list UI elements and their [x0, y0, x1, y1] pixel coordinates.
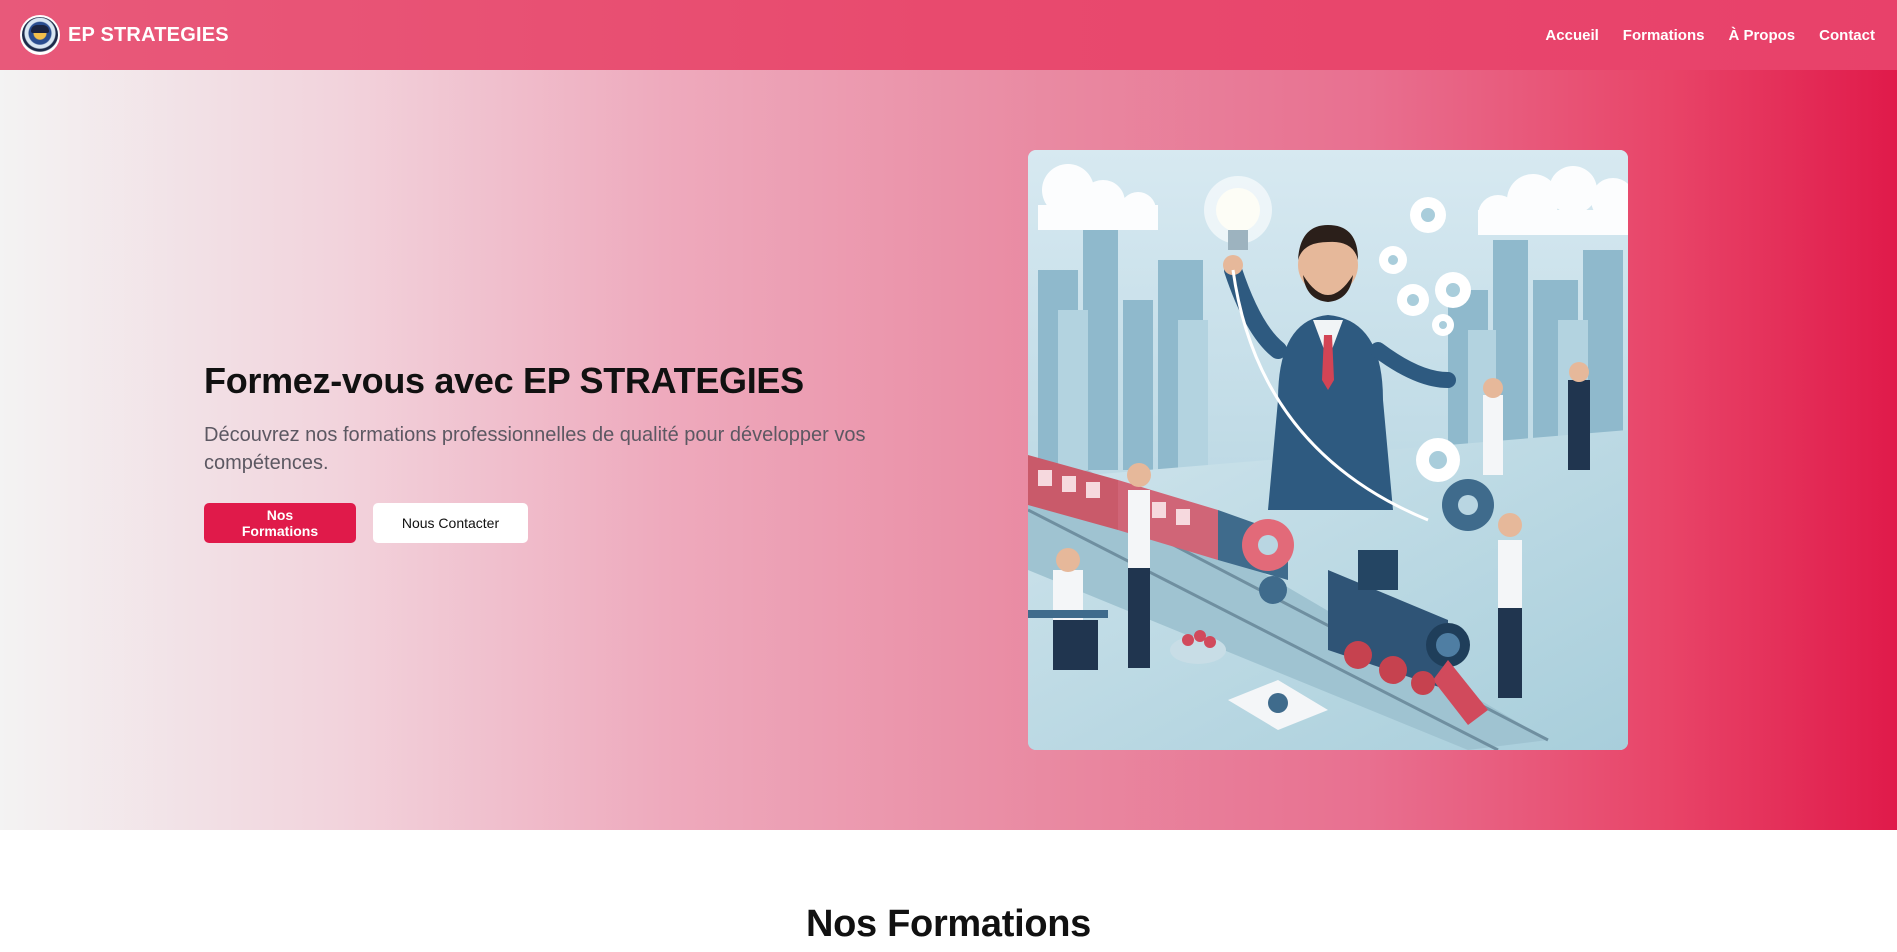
formations-section-title: Nos Formations [805, 903, 1092, 945]
nos-formations-button[interactable]: Nos Formations [204, 503, 356, 544]
hero-subtitle: Découvrez nos formations professionnelle… [204, 424, 866, 475]
nous-contacter-button[interactable]: Nous Contacter [373, 503, 528, 544]
nav-link-contact[interactable]: Contact [1819, 27, 1875, 44]
main-nav: Accueil Formations À Propos Contact [1545, 27, 1875, 44]
brand-link[interactable]: EP STRATEGIES [20, 15, 229, 55]
business-illustration-image [1028, 150, 1628, 750]
hero-title: Formez-vous avec EP STRATEGIES [204, 360, 804, 401]
nav-link-accueil[interactable]: Accueil [1545, 27, 1598, 44]
nav-link-formations[interactable]: Formations [1623, 27, 1705, 44]
logo-icon [20, 15, 60, 55]
nav-link-a-propos[interactable]: À Propos [1728, 27, 1795, 44]
hero-text: Formez-vous avec EP STRATEGIES Découvrez… [204, 360, 964, 544]
brand-name: EP STRATEGIES [68, 23, 229, 46]
hero-section: Formez-vous avec EP STRATEGIES Découvrez… [0, 70, 1897, 830]
hero-illustration [1028, 150, 1628, 750]
site-header: EP STRATEGIES Accueil Formations À Propo… [0, 0, 1897, 70]
hero-buttons: Nos Formations Nous Contacter [204, 503, 964, 544]
